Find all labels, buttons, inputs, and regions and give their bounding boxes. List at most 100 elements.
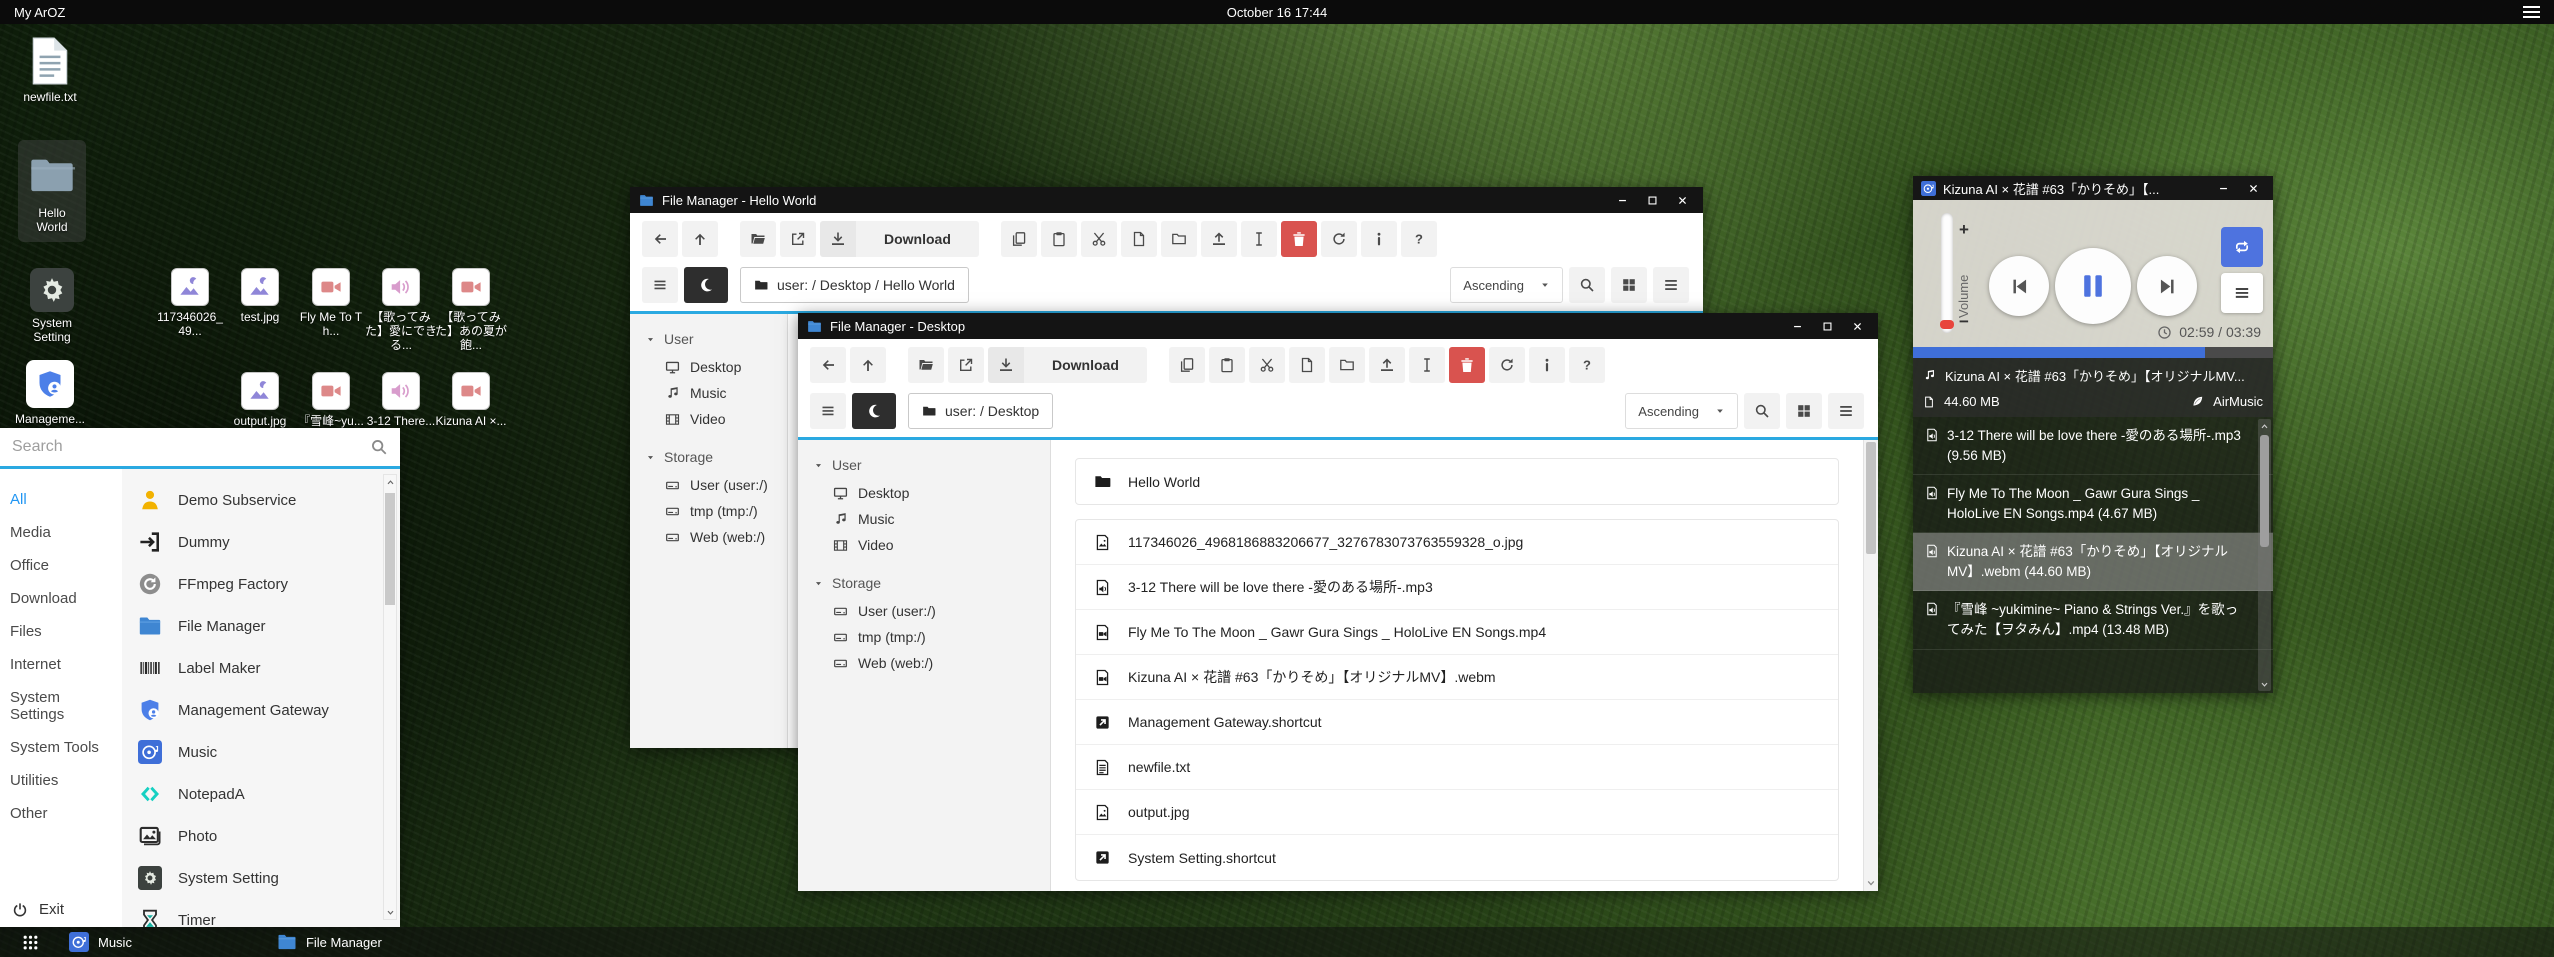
- search-button[interactable]: [1569, 267, 1605, 303]
- app-item-timer[interactable]: Timer: [138, 899, 382, 927]
- taskbar-item-music[interactable]: Music: [69, 932, 132, 952]
- category-files[interactable]: Files: [0, 615, 122, 648]
- menu-button[interactable]: [642, 267, 678, 303]
- file-row[interactable]: Management Gateway.shortcut: [1076, 700, 1838, 745]
- category-download[interactable]: Download: [0, 582, 122, 615]
- scrollbar-thumb[interactable]: [1866, 442, 1876, 554]
- playlist-item[interactable]: Kizuna AI × 花譜 #63「かりそめ」【オリジナルMV】.webm (…: [1913, 533, 2273, 591]
- scrollbar-thumb[interactable]: [2260, 435, 2269, 547]
- search-button[interactable]: [1744, 393, 1780, 429]
- breadcrumb[interactable]: user: / Desktop: [908, 393, 1053, 429]
- window-titlebar[interactable]: File Manager - Desktop: [798, 313, 1878, 339]
- sort-dropdown[interactable]: Ascending: [1625, 393, 1738, 429]
- upload-button[interactable]: [1369, 347, 1405, 383]
- external-link-button[interactable]: [780, 221, 816, 257]
- desktop-icon-file[interactable]: output.jpg: [224, 372, 296, 428]
- category-media[interactable]: Media: [0, 516, 122, 549]
- dark-mode-button[interactable]: [852, 393, 896, 429]
- playlist-toggle-button[interactable]: [2221, 273, 2263, 313]
- file-row[interactable]: 3-12 There will be love there -愛のある場所-.m…: [1076, 565, 1838, 610]
- app-item-music[interactable]: Music: [138, 731, 382, 773]
- folder-row[interactable]: Hello World: [1076, 459, 1838, 504]
- up-button[interactable]: [850, 347, 886, 383]
- app-item-system-setting[interactable]: System Setting: [138, 857, 382, 899]
- file-row[interactable]: System Setting.shortcut: [1076, 835, 1838, 880]
- maximize-button[interactable]: [1640, 190, 1664, 210]
- desktop-icon-newfile-txt[interactable]: newfile.txt: [14, 36, 86, 104]
- app-item-dummy[interactable]: Dummy: [138, 521, 382, 563]
- desktop-icon-file[interactable]: test.jpg: [224, 268, 296, 324]
- file-list-scrollbar[interactable]: [1863, 440, 1878, 891]
- category-system-settings[interactable]: System Settings: [0, 681, 122, 731]
- sidebar-group-header[interactable]: User: [798, 450, 1050, 480]
- copy-button[interactable]: [1169, 347, 1205, 383]
- up-button[interactable]: [682, 221, 718, 257]
- sidebar-item-music[interactable]: Music: [798, 506, 1050, 532]
- help-button[interactable]: ?: [1401, 221, 1437, 257]
- window-titlebar[interactable]: Kizuna AI × 花譜 #63「かりそめ」【...: [1913, 176, 2273, 200]
- search-input[interactable]: [12, 438, 370, 456]
- close-button[interactable]: [2241, 178, 2265, 198]
- sidebar-item-video[interactable]: Video: [630, 406, 787, 432]
- sidebar-item-web-web-[interactable]: Web (web:/): [798, 650, 1050, 676]
- minimize-button[interactable]: [1785, 316, 1809, 336]
- new-file-button[interactable]: [1289, 347, 1325, 383]
- paste-button[interactable]: [1041, 221, 1077, 257]
- scroll-up-icon[interactable]: [384, 475, 396, 489]
- trash-button[interactable]: [1281, 221, 1317, 257]
- exit-button[interactable]: Exit: [12, 901, 64, 918]
- scroll-down-icon[interactable]: [1864, 875, 1878, 891]
- sidebar-item-tmp-tmp-[interactable]: tmp (tmp:/): [630, 498, 787, 524]
- desktop-icon-file[interactable]: Fly Me To Th...: [295, 268, 367, 338]
- rename-button[interactable]: [1241, 221, 1277, 257]
- playlist-item[interactable]: 『雪峰 ~yukimine~ Piano & Strings Ver.』を歌って…: [1913, 591, 2273, 649]
- list-view-button[interactable]: [1653, 267, 1689, 303]
- volume-slider[interactable]: [1941, 213, 1953, 333]
- file-row[interactable]: output.jpg: [1076, 790, 1838, 835]
- previous-track-button[interactable]: [1989, 256, 2049, 316]
- open-folder-button[interactable]: [908, 347, 944, 383]
- minimize-button[interactable]: [2211, 178, 2235, 198]
- app-item-management-gateway[interactable]: Management Gateway: [138, 689, 382, 731]
- app-item-ffmpeg-factory[interactable]: FFmpeg Factory: [138, 563, 382, 605]
- sidebar-group-header[interactable]: Storage: [798, 568, 1050, 598]
- dark-mode-button[interactable]: [684, 267, 728, 303]
- category-all[interactable]: All: [0, 483, 122, 516]
- app-item-photo[interactable]: Photo: [138, 815, 382, 857]
- scroll-down-icon[interactable]: [2258, 677, 2271, 691]
- sidebar-item-video[interactable]: Video: [798, 532, 1050, 558]
- desktop-icon-file[interactable]: 【歌ってみた】あの夏が飽...: [435, 268, 507, 352]
- sidebar-item-music[interactable]: Music: [630, 380, 787, 406]
- cut-button[interactable]: [1081, 221, 1117, 257]
- new-folder-button[interactable]: [1329, 347, 1365, 383]
- volume-up-button[interactable]: +: [1959, 220, 1969, 240]
- sidebar-group-header[interactable]: User: [630, 324, 787, 354]
- repeat-button[interactable]: [2221, 227, 2263, 267]
- sidebar-item-web-web-[interactable]: Web (web:/): [630, 524, 787, 550]
- app-list-scrollbar[interactable]: [383, 474, 397, 920]
- external-link-button[interactable]: [948, 347, 984, 383]
- info-button[interactable]: [1529, 347, 1565, 383]
- list-view-button[interactable]: [1828, 393, 1864, 429]
- download-button[interactable]: Download: [988, 347, 1147, 383]
- playlist-item[interactable]: Fly Me To The Moon _ Gawr Gura Sings _ H…: [1913, 475, 2273, 533]
- desktop-icon-file[interactable]: 3-12 There...: [365, 372, 437, 428]
- file-row[interactable]: Fly Me To The Moon _ Gawr Gura Sings _ H…: [1076, 610, 1838, 655]
- sort-dropdown[interactable]: Ascending: [1450, 267, 1563, 303]
- playlist-scrollbar[interactable]: [2258, 419, 2271, 691]
- back-button[interactable]: [642, 221, 678, 257]
- new-folder-button[interactable]: [1161, 221, 1197, 257]
- category-internet[interactable]: Internet: [0, 648, 122, 681]
- scrollbar-thumb[interactable]: [385, 493, 395, 605]
- desktop-icon-file[interactable]: 【歌ってみた】愛にできる...: [365, 268, 437, 352]
- open-folder-button[interactable]: [740, 221, 776, 257]
- app-item-file-manager[interactable]: File Manager: [138, 605, 382, 647]
- trash-button[interactable]: [1449, 347, 1485, 383]
- sidebar-group-header[interactable]: Storage: [630, 442, 787, 472]
- desktop-icon-file[interactable]: 『雪峰~yu...: [295, 372, 367, 428]
- refresh-button[interactable]: [1489, 347, 1525, 383]
- taskbar-item-file-manager[interactable]: File Manager: [277, 932, 382, 952]
- menu-button[interactable]: [810, 393, 846, 429]
- file-row[interactable]: Kizuna AI × 花譜 #63「かりそめ」【オリジナルMV】.webm: [1076, 655, 1838, 700]
- hamburger-menu-icon[interactable]: [2523, 6, 2540, 18]
